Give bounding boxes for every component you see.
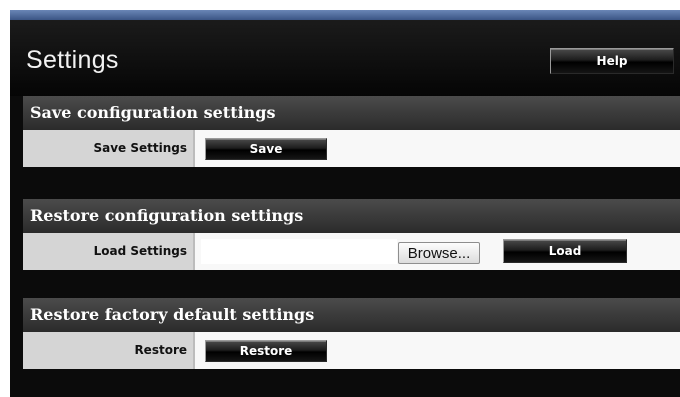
section-header-save-configuration: Save configuration settings: [23, 96, 680, 130]
load-settings-label: Load Settings: [23, 233, 195, 270]
load-settings-value-cell: Browse... Load: [195, 233, 680, 270]
load-button[interactable]: Load: [503, 239, 627, 263]
top-accent-bar: [10, 10, 680, 20]
save-button[interactable]: Save: [205, 138, 327, 160]
section-header-restore-factory-defaults: Restore factory default settings: [23, 298, 680, 332]
save-settings-row: Save Settings Save: [23, 130, 680, 167]
load-settings-row: Load Settings Browse... Load: [23, 233, 680, 270]
page-title: Settings: [26, 46, 119, 74]
page-header: Settings Help: [10, 20, 680, 96]
file-path-field[interactable]: [201, 239, 397, 264]
save-settings-value-cell: Save: [195, 130, 680, 167]
restore-button[interactable]: Restore: [205, 340, 327, 362]
restore-row: Restore Restore: [23, 332, 680, 369]
browse-button[interactable]: Browse...: [398, 242, 480, 264]
section-header-restore-configuration: Restore configuration settings: [23, 199, 680, 233]
help-button[interactable]: Help: [550, 48, 674, 74]
restore-label: Restore: [23, 332, 195, 369]
settings-panel: Settings Help Save configuration setting…: [10, 10, 680, 397]
save-settings-label: Save Settings: [23, 130, 195, 167]
restore-value-cell: Restore: [195, 332, 680, 369]
